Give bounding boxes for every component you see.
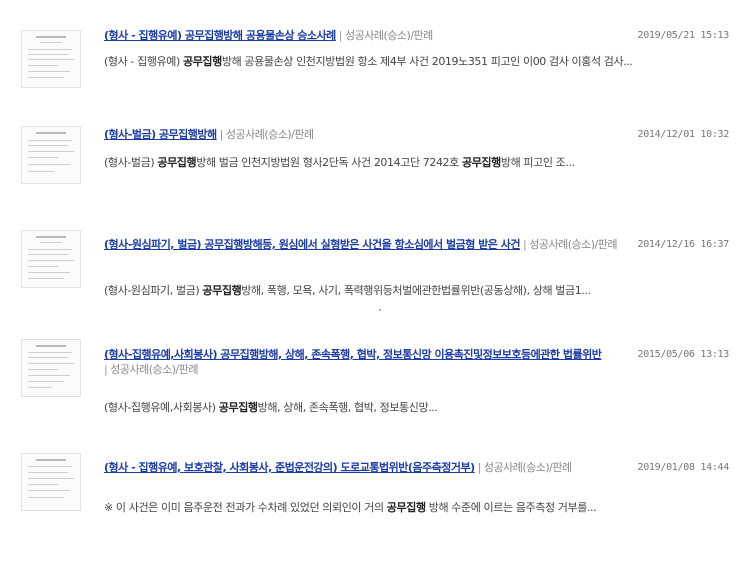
result-category[interactable]: 성공사례(승소)/판례: [484, 461, 572, 474]
result-date: 2014/12/01 10:32: [637, 129, 729, 140]
snippet-text: ※ 이 사건은 이미 음주운전 전과가 수차례 있었던 의뢰인이 거의: [104, 501, 387, 514]
document-thumbnail[interactable]: [21, 126, 81, 184]
result-title-link[interactable]: (형사 - 집행유예, 보호관찰, 사회봉사, 준법운전강의) 도로교통법위반(…: [104, 461, 475, 474]
result-title-line: (형사-집행유예,사회봉사) 공무집행방해, 상해, 존속폭행, 협박, 정보통…: [104, 347, 650, 377]
result-date: 2015/05/06 13:13: [637, 349, 729, 360]
snippet-text: (형사-벌금): [104, 156, 158, 169]
document-thumbnail[interactable]: [21, 339, 81, 397]
result-category[interactable]: 성공사례(승소)/판례: [529, 238, 617, 251]
separator: |: [523, 238, 527, 251]
result-title-link[interactable]: (형사-원심파기, 벌금) 공무집행방해등, 원심에서 실형받은 사건을 항소심…: [104, 238, 521, 251]
result-snippet: ※ 이 사건은 이미 음주운전 전과가 수차례 있었던 의뢰인이 거의 공무집행…: [104, 500, 704, 515]
result-title-line: (형사 - 집행유예, 보호관찰, 사회봉사, 준법운전강의) 도로교통법위반(…: [104, 460, 650, 475]
document-thumbnail[interactable]: [21, 230, 81, 288]
result-category[interactable]: 성공사례(승소)/판례: [110, 363, 198, 376]
snippet-text: 방해 수준에 이르는 음주측정 거부를...: [425, 501, 597, 514]
snippet-text: 방해, 폭행, 모욕, 사기, 폭력행위등처벌에관한법률위반(공동상해), 상해…: [241, 284, 591, 297]
snippet-keyword: 공무집행: [386, 501, 426, 514]
result-snippet: (형사-집행유예,사회봉사) 공무집행방해, 상해, 존속폭행, 협박, 정보통…: [104, 400, 704, 415]
snippet-text: (형사-집행유예,사회봉사): [104, 401, 219, 414]
result-title-line: (형사-원심파기, 벌금) 공무집행방해등, 원심에서 실형받은 사건을 항소심…: [104, 237, 650, 252]
result-snippet: (형사-원심파기, 벌금) 공무집행방해, 폭행, 모욕, 사기, 폭력행위등처…: [104, 283, 704, 298]
result-title-link[interactable]: (형사-집행유예,사회봉사) 공무집행방해, 상해, 존속폭행, 협박, 정보통…: [104, 348, 602, 361]
result-date: 2014/12/16 16:37: [637, 239, 729, 250]
snippet-text: 방해 공용물손상 인천지방법원 항소 제4부 사건 2019노351 피고인 이…: [221, 55, 633, 68]
result-category[interactable]: 성공사례(승소)/판례: [226, 128, 314, 141]
result-title-link[interactable]: (형사-벌금) 공무집행방해: [104, 128, 217, 141]
snippet-text: (형사-원심파기, 벌금): [104, 284, 203, 297]
result-title-line: (형사 - 집행유예) 공무집행방해 공용물손상 승소사례 | 성공사례(승소)…: [104, 28, 624, 43]
separator: |: [104, 363, 108, 376]
snippet-keyword: 공무집행: [157, 156, 197, 169]
result-category[interactable]: 성공사례(승소)/판례: [345, 29, 433, 42]
snippet-text: 방해 벌금 인천지방법원 형사2단독 사건 2014고단 7242호: [196, 156, 462, 169]
snippet-text: (형사 - 집행유예): [104, 55, 183, 68]
snippet-keyword: 공무집행: [461, 156, 501, 169]
separator: |: [338, 29, 343, 42]
result-title-link[interactable]: (형사 - 집행유예) 공무집행방해 공용물손상 승소사례: [104, 29, 336, 42]
separator: |: [477, 461, 482, 474]
stray-dot: [379, 309, 381, 311]
snippet-keyword: 공무집행: [218, 401, 258, 414]
result-date: 2019/05/21 15:13: [637, 30, 729, 41]
document-thumbnail[interactable]: [21, 453, 81, 511]
snippet-text: 방해, 상해, 존속폭행, 협박, 정보통신망...: [257, 401, 438, 414]
result-title-line: (형사-벌금) 공무집행방해 | 성공사례(승소)/판례: [104, 127, 624, 142]
result-snippet: (형사-벌금) 공무집행방해 벌금 인천지방법원 형사2단독 사건 2014고단…: [104, 155, 704, 170]
snippet-keyword: 공무집행: [202, 284, 242, 297]
result-date: 2019/01/08 14:44: [637, 462, 729, 473]
document-thumbnail[interactable]: [21, 30, 81, 88]
separator: |: [219, 128, 224, 141]
result-snippet: (형사 - 집행유예) 공무집행방해 공용물손상 인천지방법원 항소 제4부 사…: [104, 54, 704, 69]
snippet-text: 방해 피고인 조...: [500, 156, 575, 169]
snippet-keyword: 공무집행: [182, 55, 222, 68]
